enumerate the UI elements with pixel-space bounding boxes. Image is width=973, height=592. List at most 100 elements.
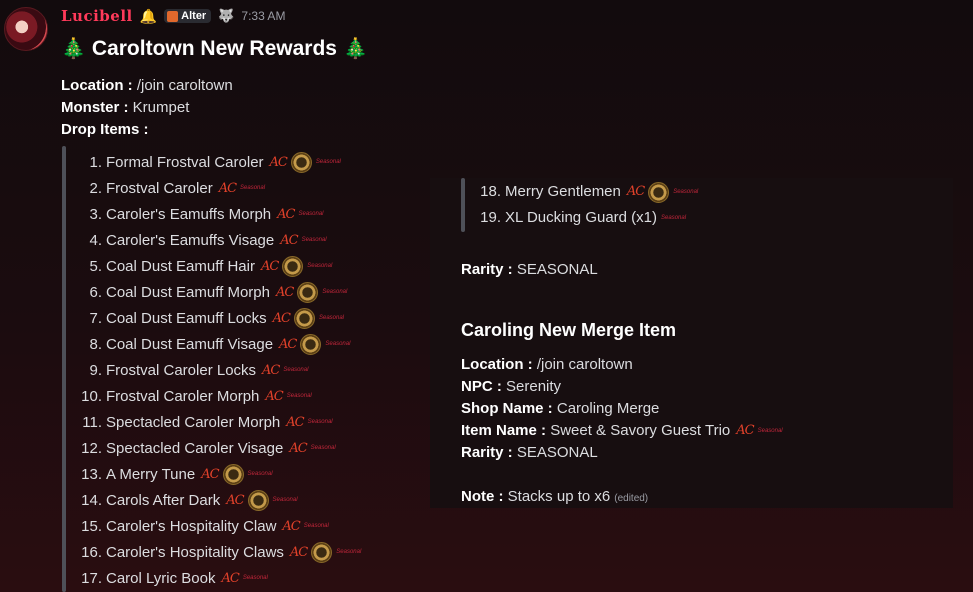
item-number: 3. xyxy=(89,205,102,223)
field-value: Caroling Merge xyxy=(552,400,660,417)
gold-coin-icon xyxy=(247,489,269,511)
item-name: Caroler's Hospitality Claws xyxy=(106,543,284,561)
gold-coin-icon xyxy=(300,333,322,355)
seasonal-badge: Seasonal xyxy=(286,392,312,399)
item-name: Coal Dust Eamuff Hair xyxy=(106,257,255,275)
list-item: 3. Caroler's Eamuffs Morph AC Seasonal xyxy=(76,201,361,227)
item-name: Frostval Caroler xyxy=(106,179,213,197)
seasonal-badge: Seasonal xyxy=(336,548,362,555)
field-label: Location : xyxy=(61,77,133,94)
message-title: 🎄 Caroltown New Rewards 🎄 xyxy=(61,36,368,61)
item-number: 1. xyxy=(89,153,102,171)
item-name: Spectacled Caroler Visage xyxy=(106,439,284,457)
merge-field-item: Item Name : Sweet & Savory Guest Trio AC S… xyxy=(461,422,783,439)
item-number: 6. xyxy=(89,283,102,301)
list-item: 10. Frostval Caroler Morph AC Seasonal xyxy=(76,383,361,409)
gold-coin-icon xyxy=(282,255,304,277)
field-label: Monster : xyxy=(61,99,129,116)
field-monster: Monster : Krumpet xyxy=(61,99,189,116)
item-number: 12. xyxy=(81,439,102,457)
item-number: 7. xyxy=(89,309,102,327)
item-number: 13. xyxy=(81,465,102,483)
ac-icon: AC xyxy=(265,388,283,404)
gold-coin-icon xyxy=(293,307,315,329)
seasonal-badge: Seasonal xyxy=(307,418,333,425)
seasonal-badge: Seasonal xyxy=(310,444,336,451)
server-tag[interactable]: Alter xyxy=(164,9,212,23)
ac-icon: AC xyxy=(221,570,239,586)
list-item: 6. Coal Dust Eamuff Morph AC Seasonal xyxy=(76,279,361,305)
seasonal-badge: Seasonal xyxy=(318,314,345,321)
merge-heading: Caroling New Merge Item xyxy=(461,320,677,340)
ac-icon: AC xyxy=(279,336,297,352)
merge-field-location: Location : /join caroltown xyxy=(461,356,633,373)
item-number: 10. xyxy=(81,387,102,405)
item-number: 19. xyxy=(480,209,501,226)
seasonal-badge: Seasonal xyxy=(307,262,333,269)
list-item: 2. Frostval Caroler AC Seasonal xyxy=(76,175,361,201)
ac-icon: AC xyxy=(218,180,237,196)
list-item: 17. Carol Lyric Book AC Seasonal xyxy=(76,565,361,591)
item-name: Frostval Caroler Morph xyxy=(106,387,260,405)
title-text: Caroltown New Rewards xyxy=(91,36,337,60)
item-number: 14. xyxy=(81,491,102,509)
field-value: Stacks up to x6 xyxy=(503,488,611,505)
gold-coin-icon xyxy=(290,151,312,173)
field-value: SEASONAL xyxy=(512,444,598,461)
field-drop-items: Drop Items : xyxy=(61,121,149,138)
seasonal-badge: Seasonal xyxy=(301,236,327,243)
item-name: Caroler's Eamuffs Visage xyxy=(106,231,275,249)
ac-icon: AC xyxy=(736,423,754,438)
blockquote-bar xyxy=(62,146,66,592)
list-item: 18. Merry Gentlemen AC Seasonal xyxy=(475,179,698,205)
field-value: SEASONAL xyxy=(512,261,598,278)
field-label: NPC : xyxy=(461,378,502,395)
ac-icon: AC xyxy=(286,414,304,430)
seasonal-badge: Seasonal xyxy=(757,427,783,434)
seasonal-badge: Seasonal xyxy=(298,210,324,217)
drop-items-list: 1. Formal Frostval Caroler AC Seasonal 2. Fro… xyxy=(76,149,361,591)
timestamp[interactable]: 7:33 AM xyxy=(241,9,285,23)
item-name: Merry Gentlemen xyxy=(505,183,621,200)
message-header: Lucibell 🔔 Alter 🐺 7:33 AM xyxy=(61,5,285,27)
seasonal-badge: Seasonal xyxy=(661,215,687,221)
merge-field-npc: NPC : Serenity xyxy=(461,378,561,395)
ac-icon: AC xyxy=(260,258,279,274)
item-name: Coal Dust Eamuff Morph xyxy=(106,283,270,301)
item-name: Coal Dust Eamuff Locks xyxy=(106,309,267,327)
avatar[interactable] xyxy=(4,7,48,51)
item-number: 4. xyxy=(89,231,102,249)
list-item: 11. Spectacled Caroler Morph AC Seasonal xyxy=(76,409,361,435)
seasonal-badge: Seasonal xyxy=(272,496,298,503)
seasonal-badge: Seasonal xyxy=(325,340,351,347)
field-value: Sweet & Savory Guest Trio xyxy=(546,422,731,439)
item-name: Carols After Dark xyxy=(106,491,221,509)
seasonal-badge: Seasonal xyxy=(283,366,309,373)
item-number: 2. xyxy=(89,179,102,197)
field-value: Krumpet xyxy=(128,99,190,116)
seasonal-badge: Seasonal xyxy=(315,158,341,165)
field-value: /join caroltown xyxy=(132,77,233,94)
ac-icon: AC xyxy=(272,310,291,326)
ac-icon: AC xyxy=(201,466,219,482)
list-item: 13. A Merry Tune AC Seasonal xyxy=(76,461,361,487)
seasonal-badge: Seasonal xyxy=(322,288,348,295)
list-item: 1. Formal Frostval Caroler AC Seasonal xyxy=(76,149,361,175)
item-number: 11. xyxy=(82,413,102,431)
username[interactable]: Lucibell xyxy=(61,7,133,25)
tag-icon xyxy=(167,10,179,22)
seasonal-badge: Seasonal xyxy=(673,189,699,195)
gold-coin-icon xyxy=(648,181,670,203)
wolf-icon: 🐺 xyxy=(218,8,235,23)
merge-field-shop: Shop Name : Caroling Merge xyxy=(461,400,659,417)
blockquote-bar xyxy=(461,178,465,232)
continued-items-list: 18. Merry Gentlemen AC Seasonal 19. XL Duckin… xyxy=(475,179,698,231)
item-name: Coal Dust Eamuff Visage xyxy=(106,335,274,353)
item-number: 18. xyxy=(480,183,501,200)
item-name: Caroler's Hospitality Claw xyxy=(106,517,277,535)
item-number: 9. xyxy=(89,361,102,379)
ac-icon: AC xyxy=(275,284,294,300)
item-name: Formal Frostval Caroler xyxy=(106,153,264,171)
ac-icon: AC xyxy=(626,184,645,199)
edited-label: (edited) xyxy=(614,493,649,504)
